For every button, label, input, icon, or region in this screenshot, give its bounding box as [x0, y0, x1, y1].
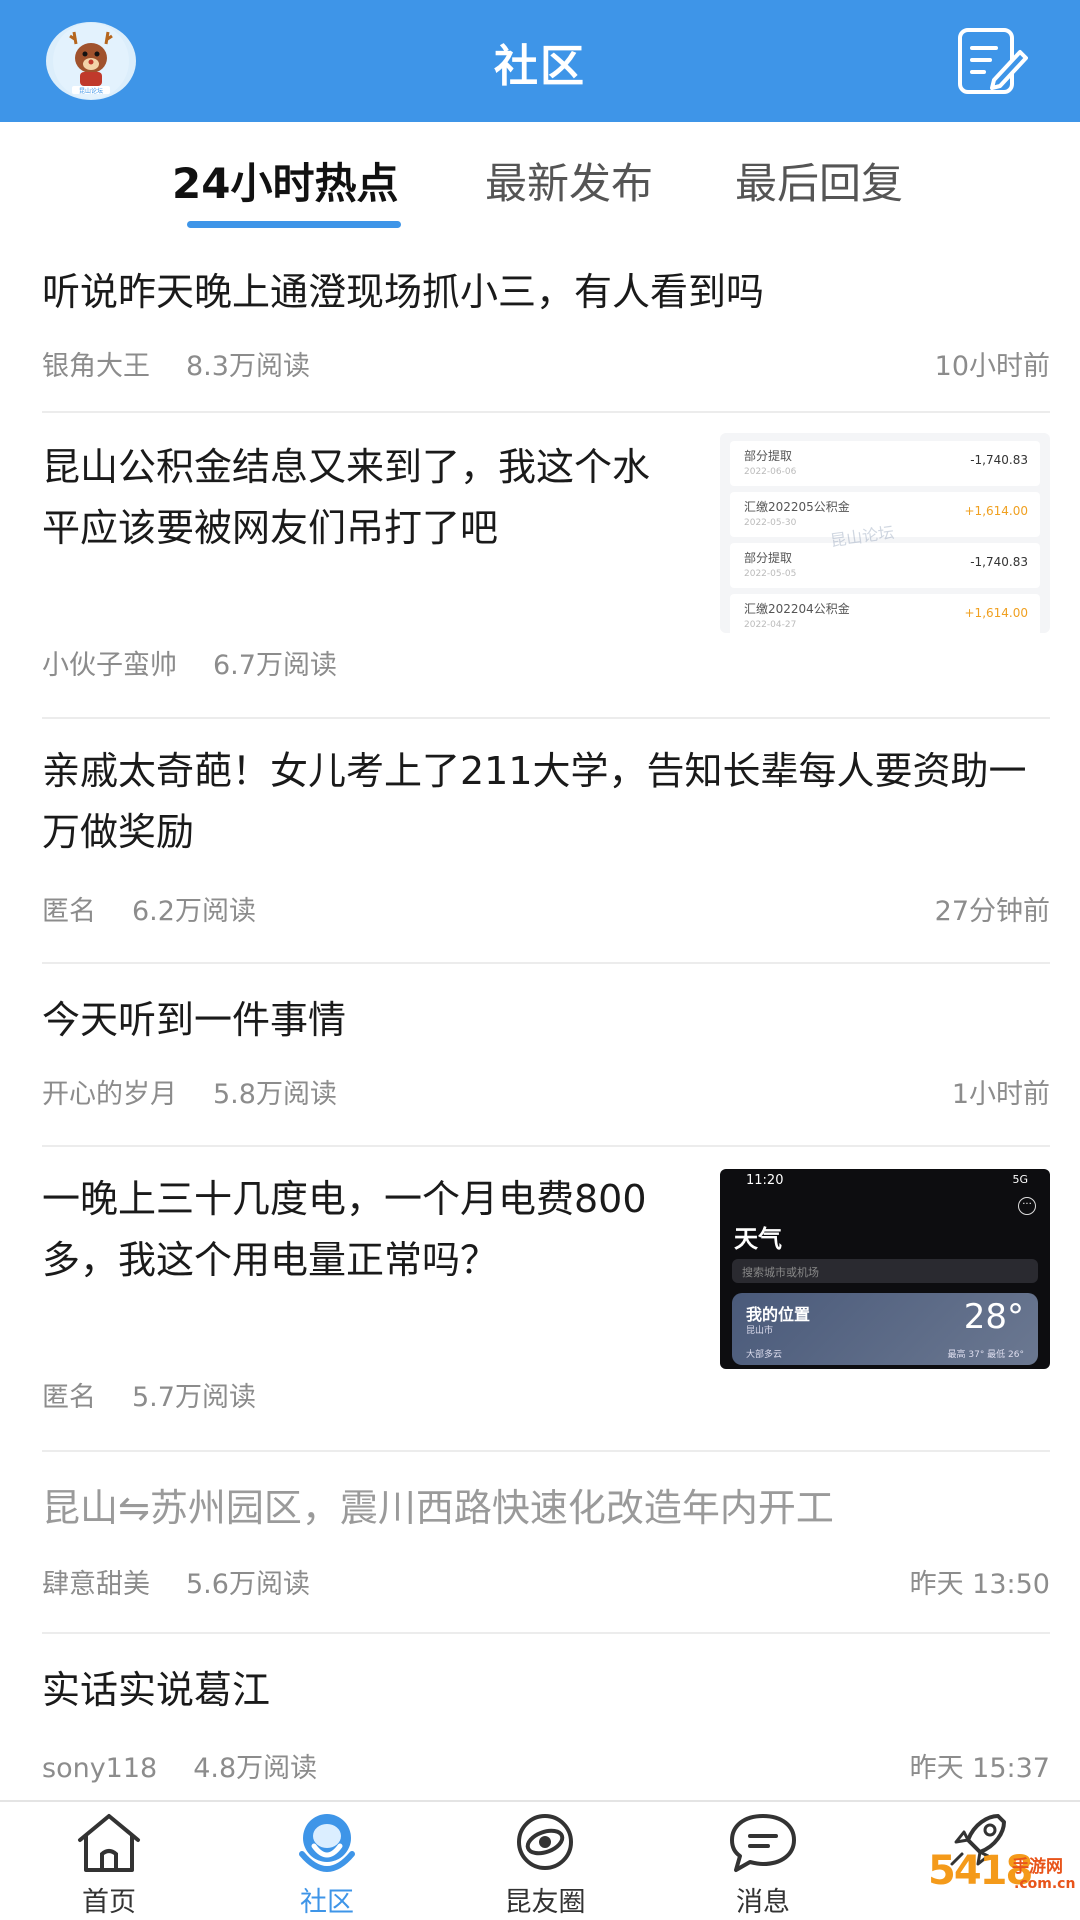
post-author: 小伙子蛮帅 [42, 650, 177, 681]
transaction-row: 部分提取 2022-05-05 -1,740.83 [730, 543, 1040, 588]
status-network: 5G [1012, 1173, 1028, 1186]
edit-icon [958, 28, 1028, 94]
community-icon [299, 1814, 355, 1872]
weather-search-placeholder: 搜索城市或机场 [742, 1266, 819, 1279]
post-time: 10小时前 [934, 351, 1050, 382]
post-reads: 6.2万阅读 [132, 896, 256, 927]
tabbar-label: 昆友圈 [504, 1887, 586, 1918]
weather-title: 天气 [734, 1225, 782, 1253]
weather-condition: 大部多云 [746, 1350, 783, 1360]
tx-name: 部分提取 [744, 449, 793, 463]
post-title: 一晚上三十几度电，一个月电费800多，我这个用电量正常吗？ [42, 1177, 647, 1282]
tabbar-label: 社区 [300, 1887, 354, 1918]
post-time: 27分钟前 [934, 896, 1050, 927]
post-meta: 肆意甜美 5.6万阅读 [42, 1562, 346, 1601]
post-author: 匿名 [42, 896, 96, 927]
post-title: 亲戚太奇葩！女儿考上了211大学，告知长辈每人要资助一万做奖励 [42, 749, 1027, 854]
tabbar-item-home[interactable]: 首页 [34, 1810, 184, 1919]
post-time: 1小时前 [951, 1079, 1050, 1110]
post-reads: 5.8万阅读 [213, 1079, 337, 1110]
tabbar-item-messages[interactable]: 消息 [688, 1810, 838, 1919]
post-author: 银角大王 [42, 351, 150, 382]
tx-name: 汇缴202204公积金 [744, 602, 850, 616]
post-time: 昨天 15:37 [909, 1753, 1050, 1784]
tx-date: 2022-05-05 [744, 569, 797, 579]
post-title: 实话实说葛江 [42, 1668, 271, 1712]
watermark-domain: .com.cn [1014, 1876, 1076, 1892]
tab-last-reply[interactable]: 最后回复 [735, 150, 903, 211]
tx-date: 2022-04-27 [744, 620, 797, 630]
top-bar: 昆山论坛 社区 [0, 0, 1080, 122]
tx-amount: -1,740.83 [970, 555, 1028, 569]
post-reads: 5.7万阅读 [132, 1382, 256, 1413]
weather-location: 我的位置 [746, 1305, 811, 1324]
post-author: sony118 [42, 1753, 158, 1784]
post-meta: 小伙子蛮帅 6.7万阅读 [42, 643, 373, 682]
post-meta: sony118 4.8万阅读 [42, 1746, 353, 1785]
tx-name: 部分提取 [744, 551, 793, 565]
site-watermark: 5418 手游网 .com.cn [928, 1848, 1080, 1920]
tx-name: 汇缴202205公积金 [744, 500, 850, 514]
post-item[interactable]: 昆山⇋苏州园区，震川西路快速化改造年内开工 肆意甜美 5.6万阅读 昨天 13:5… [42, 1452, 1050, 1634]
post-time: 昨天 13:50 [909, 1569, 1050, 1600]
post-author: 开心的岁月 [42, 1079, 177, 1110]
page-title: 社区 [494, 41, 586, 92]
post-title: 昆山公积金结息又来到了，我这个水平应该要被网友们吊打了吧 [42, 445, 651, 550]
bottom-tab-bar: 首页 社区 昆友圈 消息 [0, 1800, 1080, 1920]
message-icon [730, 1814, 796, 1872]
post-author: 肆意甜美 [42, 1569, 150, 1600]
transaction-row: 汇缴202204公积金 2022-04-27 +1,614.00 [730, 594, 1040, 633]
active-tab-indicator [187, 221, 401, 228]
watermark-text: 手游网 [1012, 1857, 1063, 1877]
post-title: 今天听到一件事情 [42, 998, 347, 1042]
post-item[interactable]: 一晚上三十几度电，一个月电费800多，我这个用电量正常吗？ 匿名 5.7万阅读 1… [42, 1147, 1050, 1452]
post-meta: 匿名 6.2万阅读 [42, 889, 292, 928]
weather-temperature: 28° [963, 1297, 1024, 1337]
post-item[interactable]: 听说昨天晚上通澄现场抓小三，有人看到吗 银角大王 8.3万阅读 10小时前 [42, 232, 1050, 413]
post-reads: 4.8万阅读 [193, 1753, 318, 1784]
post-meta: 银角大王 8.3万阅读 [42, 344, 346, 383]
planet-icon [517, 1814, 573, 1870]
weather-search: 搜索城市或机场 [732, 1259, 1038, 1283]
post-item[interactable]: 实话实说葛江 sony118 4.8万阅读 昨天 15:37 [42, 1634, 1050, 1800]
post-thumbnail[interactable]: 部分提取 2022-06-06 -1,740.83 汇缴202205公积金 20… [720, 433, 1050, 633]
post-meta: 开心的岁月 5.8万阅读 [42, 1072, 373, 1111]
post-author: 匿名 [42, 1382, 96, 1413]
weather-high-low: 最高 37° 最低 26° [947, 1350, 1025, 1360]
tabbar-item-community[interactable]: 社区 [252, 1810, 402, 1919]
post-thumbnail[interactable]: 11:20 5G ··· 天气 搜索城市或机场 我的位置 昆山市 28° 大部多… [720, 1169, 1050, 1369]
weather-city: 昆山市 [746, 1326, 774, 1336]
post-item[interactable]: 昆山公积金结息又来到了，我这个水平应该要被网友们吊打了吧 小伙子蛮帅 6.7万阅读… [42, 413, 1050, 719]
post-reads: 6.7万阅读 [213, 650, 337, 681]
post-title: 听说昨天晚上通澄现场抓小三，有人看到吗 [42, 270, 765, 314]
post-reads: 8.3万阅读 [186, 351, 310, 382]
tx-date: 2022-06-06 [744, 467, 797, 477]
compose-button[interactable] [956, 26, 1028, 98]
tabbar-item-moments[interactable]: 昆友圈 [470, 1810, 620, 1919]
tx-amount: +1,614.00 [964, 504, 1029, 518]
feed-tabs: 24小时热点 最新发布 最后回复 [0, 122, 1080, 232]
home-icon [78, 1814, 140, 1872]
weather-card: 我的位置 昆山市 28° 大部多云 最高 37° 最低 26° [732, 1293, 1038, 1365]
post-title: 昆山⇋苏州园区，震川西路快速化改造年内开工 [42, 1486, 834, 1530]
tabbar-label: 首页 [82, 1887, 136, 1918]
tab-24h-hot[interactable]: 24小时热点 [172, 150, 398, 211]
post-meta: 匿名 5.7万阅读 [42, 1375, 292, 1414]
transaction-row: 部分提取 2022-06-06 -1,740.83 [730, 441, 1040, 486]
post-item[interactable]: 今天听到一件事情 开心的岁月 5.8万阅读 1小时前 [42, 964, 1050, 1147]
tx-amount: -1,740.83 [970, 453, 1028, 467]
tx-date: 2022-05-30 [744, 518, 797, 528]
post-item[interactable]: 亲戚太奇葩！女儿考上了211大学，告知长辈每人要资助一万做奖励 匿名 6.2万阅读… [42, 719, 1050, 964]
more-icon: ··· [1018, 1197, 1036, 1215]
status-time: 11:20 [746, 1173, 784, 1188]
tab-latest[interactable]: 最新发布 [485, 150, 653, 211]
tx-amount: +1,614.00 [964, 606, 1029, 620]
tabbar-label: 消息 [736, 1887, 790, 1918]
post-reads: 5.6万阅读 [186, 1569, 310, 1600]
